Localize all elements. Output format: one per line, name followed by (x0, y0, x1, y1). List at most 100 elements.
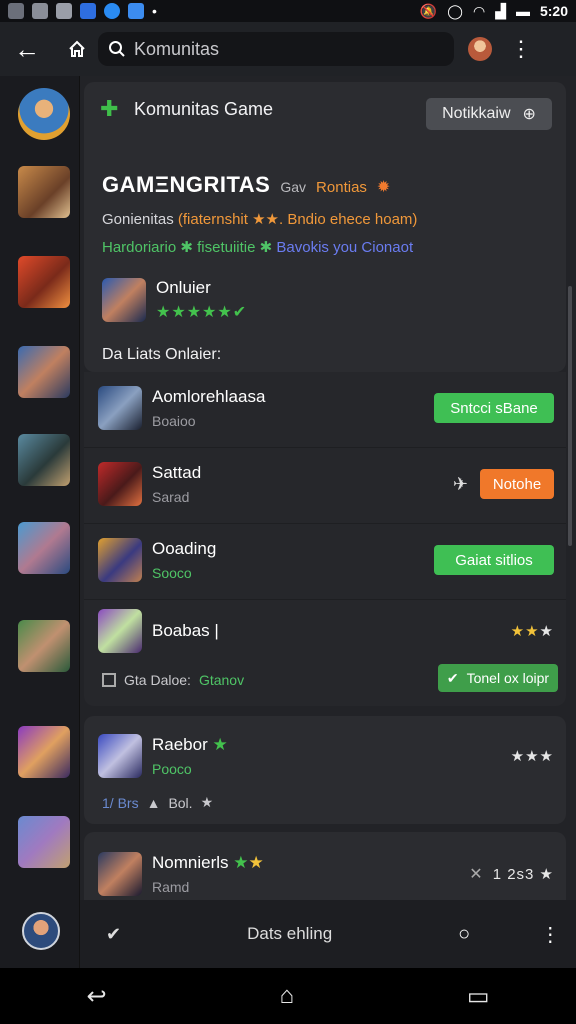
profile-avatar[interactable] (22, 912, 60, 950)
messenger-icon (104, 3, 120, 19)
notification-button[interactable]: Notikkaiw ⊕ (426, 98, 552, 130)
more-vert-icon[interactable]: ⋮ (540, 922, 560, 947)
list-item-sub: Sooco (152, 565, 192, 581)
app-icon (8, 3, 24, 19)
list-item-title: Raebor ★ (152, 735, 228, 754)
flag-icon: ▲ (146, 794, 161, 811)
community-avatar[interactable] (18, 166, 70, 218)
post-card[interactable]: Raebor ★ Pooco ★★★ 1/ Brs ▲ Bol. ★ (84, 716, 566, 824)
star-icon: ★ (200, 794, 214, 810)
wifi-icon: ◠ (472, 2, 486, 19)
pin-icon[interactable]: ✈ (453, 474, 468, 495)
meta-label: Bol. (168, 794, 193, 811)
back-icon[interactable]: ↩ (86, 982, 106, 1011)
rating-stars: ★★★★★✔ (156, 304, 248, 321)
list-item[interactable]: Aomlorehlaasa Boaioo Sntcci sBane (98, 372, 554, 444)
check-icon[interactable]: ✔ (106, 924, 121, 945)
game-thumbnail (98, 609, 142, 653)
search-value: Komunitas (134, 38, 220, 59)
notification-button-label: Notikkaiw (442, 105, 511, 122)
game-thumbnail (98, 386, 142, 430)
list-item-sub: Ramd (152, 879, 190, 895)
list-item[interactable]: Raebor ★ Pooco ★★★ (98, 720, 554, 792)
community-rail (0, 76, 80, 968)
list-item-title: Aomlorehlaasa (152, 387, 266, 406)
dot-icon: • (152, 3, 157, 19)
app-icon (32, 3, 48, 19)
community-avatar[interactable] (18, 620, 70, 672)
battery-icon: ▬ (515, 3, 530, 19)
notification-icons: • (8, 3, 157, 19)
list-item[interactable]: Ooading Sooco Gaiat sitlios (98, 524, 554, 596)
status-bar: • 🔕 ◯ ◠ ▟ ▬ 5:20 (0, 0, 576, 22)
action-button[interactable]: Sntcci sBane (434, 393, 554, 423)
subline-label: Gta Daloe: (124, 672, 191, 688)
post-meta: 1/ Brs ▲ Bol. ★ (102, 794, 213, 811)
online-label: Onluier (156, 278, 211, 297)
game-title-sub: Gav (280, 179, 307, 195)
flame-icon: ✹ (376, 179, 391, 196)
community-avatar[interactable] (18, 346, 70, 398)
community-avatar[interactable] (18, 816, 70, 868)
community-avatar[interactable] (18, 522, 70, 574)
bell-icon: ⊕ (522, 106, 536, 123)
member-list: Aomlorehlaasa Boaioo Sntcci sBane Sattad… (84, 372, 566, 706)
list-item-title: Boabas | (152, 621, 219, 640)
list-item-title: Sattad (152, 463, 202, 482)
shield-icon (80, 3, 96, 19)
bottom-action-bar: ✔ Dats ehling ○ ⋮ (80, 900, 576, 968)
game-thumbnail (98, 538, 142, 582)
more-vert-icon[interactable]: ⋮ (510, 38, 532, 60)
game-thumbnail (98, 852, 142, 896)
description-line-2: Hardoriario ✱ fisetuiitie ✱ Bavokis you … (102, 239, 414, 256)
rating-stars: 1 2s3 ★ (492, 866, 554, 883)
game-title: GAMΞNGRITAS (102, 172, 271, 197)
user-avatar[interactable] (468, 37, 492, 61)
recents-icon[interactable]: ▭ (467, 982, 490, 1011)
alarm-icon: ◯ (447, 2, 463, 19)
community-avatar[interactable] (18, 434, 70, 486)
rating-stars: ★★★ (510, 748, 554, 765)
action-button[interactable]: Gaiat sitlios (434, 545, 554, 575)
list-item-title: Nomnierls ★★ (152, 853, 264, 872)
community-header-card: ✚ Komunitas Game Notikkaiw ⊕ GAMΞNGRITAS… (84, 82, 566, 372)
list-item-title: Ooading (152, 539, 217, 558)
main-content: ✚ Komunitas Game Notikkaiw ⊕ GAMΞNGRITAS… (80, 76, 576, 968)
app-icon (56, 3, 72, 19)
search-input[interactable]: Komunitas (98, 32, 454, 66)
list-item-sub: Sarad (152, 489, 190, 505)
home-icon[interactable]: ⌂ (279, 982, 294, 1010)
confirm-button-label: Tonel ox loipr (466, 670, 550, 686)
confirm-button[interactable]: ✔ Tonel ox loipr (438, 664, 558, 692)
subline-status: Gtanov (198, 672, 245, 688)
game-title-accent: Rontias (316, 179, 367, 196)
signal-icon: ▟ (495, 2, 506, 19)
community-avatar[interactable] (18, 256, 70, 308)
community-avatar[interactable] (18, 726, 70, 778)
scrollbar[interactable] (568, 286, 572, 546)
community-avatar[interactable] (18, 88, 70, 140)
bottom-bar-label[interactable]: Dats ehling (247, 924, 332, 944)
back-arrow-icon[interactable]: ← (0, 22, 54, 76)
list-item[interactable]: Boabas | ★★★ (98, 600, 554, 662)
puzzle-icon: ✚ (100, 96, 119, 121)
system-navigation: ↩ ⌂ ▭ (0, 968, 576, 1024)
star-icon: ★ (212, 735, 228, 754)
data-list-label: Da Liats Onlaier: (102, 346, 222, 363)
action-button[interactable]: Notohe (480, 469, 554, 499)
app-bar: ← Komunitas ⋮ (0, 22, 576, 76)
cloud-icon (128, 3, 144, 19)
mute-icon: 🔕 (419, 2, 438, 19)
community-title: Komunitas Game (134, 98, 274, 119)
game-thumbnail (98, 462, 142, 506)
game-thumbnail (98, 734, 142, 778)
game-thumbnail[interactable] (102, 278, 146, 322)
search-icon[interactable]: ○ (458, 923, 470, 946)
checkbox[interactable] (102, 673, 116, 687)
subline: Gta Daloe: Gtanov (102, 672, 244, 688)
online-section: Onluier ★★★★★✔ (102, 278, 247, 322)
rating-stars: ★★★ (510, 623, 554, 640)
home-icon[interactable] (60, 39, 94, 59)
mute-icon[interactable]: ✕ (469, 864, 482, 884)
list-item[interactable]: Sattad Sarad ✈ Notohe (98, 448, 554, 520)
